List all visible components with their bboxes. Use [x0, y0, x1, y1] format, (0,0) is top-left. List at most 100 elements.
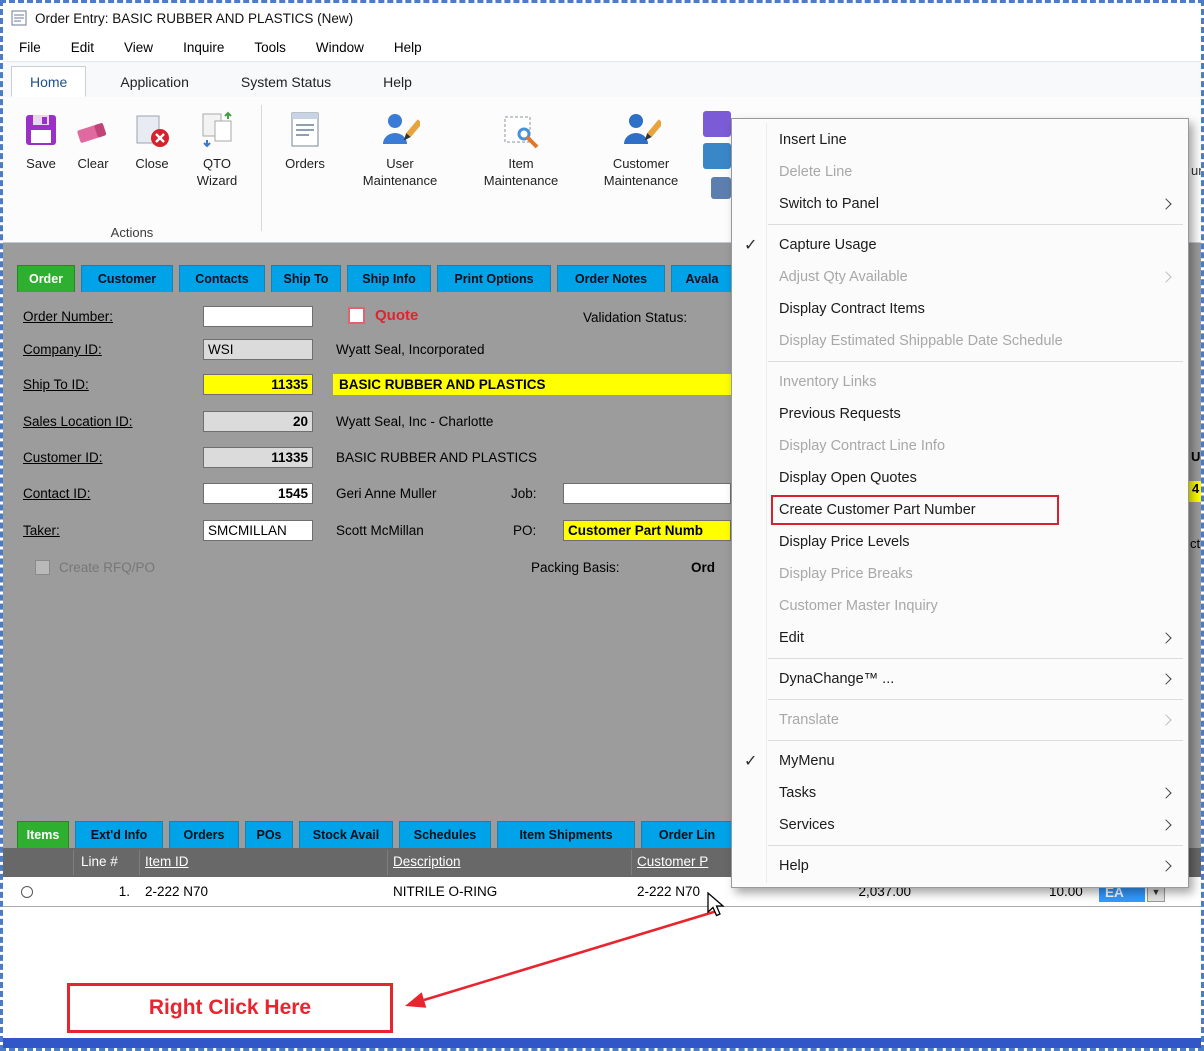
cell-customer-part: 2-222 N70 [637, 884, 701, 899]
tab-print-options[interactable]: Print Options [437, 265, 551, 292]
job-input[interactable] [563, 483, 731, 504]
tab-ship-info[interactable]: Ship Info [347, 265, 431, 292]
customer-id-input[interactable]: 11335 [203, 447, 313, 468]
menu-item-insert-line[interactable]: Insert Line [732, 124, 1188, 156]
clear-label: Clear [77, 156, 109, 171]
po-input[interactable]: Customer Part Numb [563, 520, 731, 541]
tab-schedules[interactable]: Schedules [399, 821, 491, 848]
menu-item-create-customer-part-number[interactable]: Create Customer Part Number [732, 494, 1188, 526]
menu-item-display-price-breaks: Display Price Breaks [732, 558, 1188, 590]
row-selector-radio[interactable] [21, 886, 33, 898]
menu-item-display-estimated-shippable-date-schedule: Display Estimated Shippable Date Schedul… [732, 325, 1188, 357]
menu-item-label: Inventory Links [779, 374, 877, 390]
bottom-bar [3, 1038, 1201, 1048]
menu-item-tasks[interactable]: Tasks [732, 777, 1188, 809]
ribbon-tab-home[interactable]: Home [11, 66, 87, 97]
menu-item-mymenu[interactable]: ✓ MyMenu [732, 745, 1188, 777]
customer-maintenance-label: Customer Maintenance [603, 156, 679, 188]
menu-separator [732, 695, 1188, 704]
packing-basis-label: Packing Basis: [531, 560, 620, 575]
company-id-label: Company ID: [23, 342, 102, 357]
menu-item-label: Translate [779, 712, 839, 728]
column-divider [631, 850, 632, 875]
column-header-item-id[interactable]: Item ID [145, 854, 189, 869]
menu-file[interactable]: File [19, 40, 41, 55]
menu-item-switch-to-panel[interactable]: Switch to Panel [732, 188, 1188, 220]
ship-to-name-field[interactable]: BASIC RUBBER AND PLASTICS [333, 374, 733, 395]
menu-item-label: Display Contract Line Info [779, 438, 946, 454]
create-rfq-po-checkbox[interactable] [35, 560, 50, 575]
menu-window[interactable]: Window [316, 40, 364, 55]
tab-avala[interactable]: Avala [671, 265, 733, 292]
tab-order[interactable]: Order [17, 265, 75, 292]
orders-button[interactable]: Orders [273, 109, 337, 172]
menu-item-customer-master-inquiry: Customer Master Inquiry [732, 590, 1188, 622]
partially-hidden-ribbon-icon [711, 177, 731, 199]
item-maintenance-button[interactable]: Item Maintenance [479, 109, 563, 189]
sales-location-id-label: Sales Location ID: [23, 414, 133, 429]
contact-id-input[interactable]: 1545 [203, 483, 313, 504]
create-rfq-po-label: Create RFQ/PO [59, 560, 156, 575]
menu-item-edit[interactable]: Edit [732, 622, 1188, 654]
menu-item-label: MyMenu [779, 753, 835, 769]
clear-button[interactable]: Clear [61, 109, 125, 172]
column-header-description[interactable]: Description [393, 854, 461, 869]
menu-item-label: Create Customer Part Number [779, 502, 976, 518]
cell-description: NITRILE O-RING [393, 884, 498, 899]
right-edge-text-fragment: ct [1190, 536, 1201, 551]
close-button[interactable]: Close [120, 109, 184, 172]
tab-contacts[interactable]: Contacts [179, 265, 265, 292]
tab-item-shipments[interactable]: Item Shipments [497, 821, 635, 848]
tab-ship-to[interactable]: Ship To [271, 265, 341, 292]
menu-tools[interactable]: Tools [254, 40, 286, 55]
ribbon-tab-application[interactable]: Application [102, 66, 207, 97]
customer-maintenance-button[interactable]: Customer Maintenance [599, 109, 683, 189]
menu-inquire[interactable]: Inquire [183, 40, 224, 55]
tab-items[interactable]: Items [17, 821, 69, 848]
packing-basis-value-fragment: Ord [691, 560, 716, 575]
tab-order-notes[interactable]: Order Notes [557, 265, 665, 292]
menu-help[interactable]: Help [394, 40, 422, 55]
window-title: Order Entry: BASIC RUBBER AND PLASTICS (… [35, 10, 354, 26]
menu-view[interactable]: View [124, 40, 153, 55]
company-id-input[interactable]: WSI [203, 339, 313, 360]
tab-stock-avail[interactable]: Stock Avail [299, 821, 393, 848]
menu-item-label: Display Estimated Shippable Date Schedul… [779, 333, 1063, 349]
submenu-arrow-icon [1160, 714, 1172, 726]
submenu-arrow-icon [1160, 819, 1172, 831]
customer-description: BASIC RUBBER AND PLASTICS [336, 450, 538, 465]
tab-extd-info[interactable]: Ext'd Info [75, 821, 163, 848]
tab-order-lines[interactable]: Order Lin [641, 821, 733, 848]
menu-item-display-open-quotes[interactable]: Display Open Quotes [732, 462, 1188, 494]
menu-item-display-contract-line-info: Display Contract Line Info [732, 430, 1188, 462]
menu-item-services[interactable]: Services [732, 809, 1188, 841]
menu-item-previous-requests[interactable]: Previous Requests [732, 398, 1188, 430]
taker-input[interactable]: SMCMILLAN [203, 520, 313, 541]
column-header-line[interactable]: Line # [81, 854, 118, 869]
submenu-arrow-icon [1160, 673, 1172, 685]
submenu-arrow-icon [1160, 271, 1172, 283]
menu-item-help[interactable]: Help [732, 850, 1188, 882]
order-number-label: Order Number: [23, 309, 114, 324]
menu-item-display-price-levels[interactable]: Display Price Levels [732, 526, 1188, 558]
menu-item-dynachange[interactable]: DynaChange™ ... [732, 663, 1188, 695]
user-maintenance-button[interactable]: User Maintenance [358, 109, 442, 189]
ribbon-tab-help[interactable]: Help [365, 66, 430, 97]
menu-item-label: Display Contract Items [779, 301, 925, 317]
tab-pos[interactable]: POs [245, 821, 293, 848]
ship-to-id-input[interactable]: 11335 [203, 374, 313, 395]
quote-checkbox[interactable] [348, 307, 365, 324]
ribbon-tab-system-status[interactable]: System Status [223, 66, 349, 97]
menu-item-display-contract-items[interactable]: Display Contract Items [732, 293, 1188, 325]
order-number-input[interactable] [203, 306, 313, 327]
qto-wizard-label: QTO Wizard [196, 156, 238, 188]
qto-wizard-button[interactable]: QTO Wizard [185, 109, 249, 189]
sales-location-id-input[interactable]: 20 [203, 411, 313, 432]
menu-edit[interactable]: Edit [71, 40, 94, 55]
context-menu: Insert Line Delete Line Switch to Panel … [731, 118, 1189, 888]
column-header-customer-part[interactable]: Customer P [637, 854, 708, 869]
menu-item-capture-usage[interactable]: ✓ Capture Usage [732, 229, 1188, 261]
tab-customer[interactable]: Customer [81, 265, 173, 292]
save-floppy-icon [20, 109, 62, 151]
tab-orders[interactable]: Orders [169, 821, 239, 848]
